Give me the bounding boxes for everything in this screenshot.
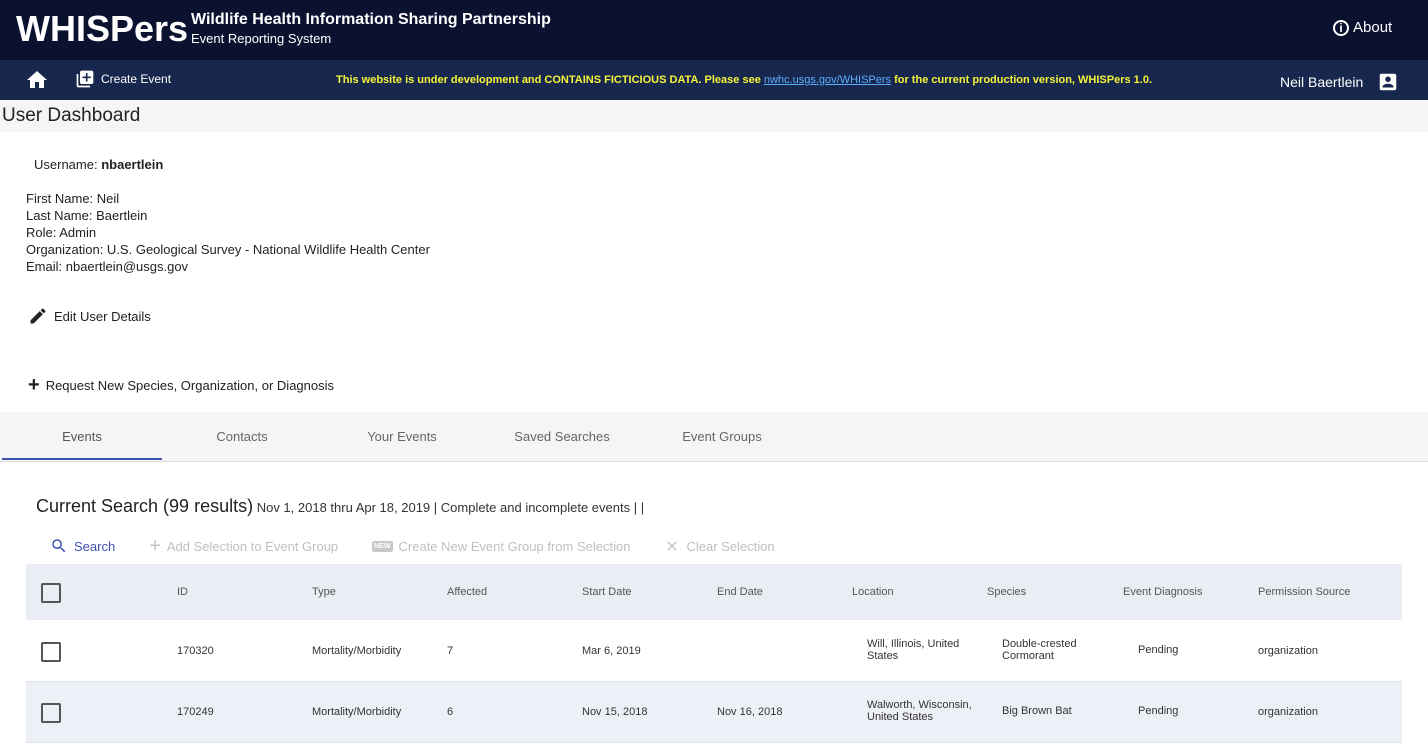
add-to-event-group-button[interactable]: + Add Selection to Event Group bbox=[149, 535, 339, 557]
clear-selection-button[interactable]: Clear Selection bbox=[664, 538, 775, 554]
cell-species-line-1: Big Brown Bat bbox=[1002, 705, 1072, 717]
cell-start-date: Nov 15, 2018 bbox=[582, 706, 648, 718]
table-row[interactable]: 170320 Mortality/Morbidity 7 Mar 6, 2019… bbox=[26, 621, 1402, 682]
user-name: Neil Baertlein bbox=[1280, 74, 1364, 90]
cell-species-line-1: Double-crested bbox=[1002, 638, 1077, 650]
tab-contacts[interactable]: Contacts bbox=[162, 412, 322, 460]
new-icon: NEW bbox=[372, 540, 393, 552]
edit-user-details-button[interactable]: Edit User Details bbox=[28, 306, 151, 326]
account-box-icon bbox=[1380, 73, 1397, 91]
whispers-logo[interactable]: WHISPers bbox=[16, 8, 188, 50]
search-title: Current Search (99 results) bbox=[36, 496, 254, 516]
table-row[interactable]: 170249 Mortality/Morbidity 6 Nov 15, 201… bbox=[26, 682, 1402, 743]
column-header-permission-source[interactable]: Permission Source bbox=[1258, 586, 1350, 598]
username-value: nbaertlein bbox=[101, 157, 164, 172]
create-event-label: Create Event bbox=[101, 72, 172, 86]
tab-bar: Events Contacts Your Events Saved Search… bbox=[0, 412, 1428, 462]
cell-id: 170249 bbox=[177, 706, 214, 718]
nav-bar: Create Event This website is under devel… bbox=[0, 60, 1428, 100]
production-link[interactable]: nwhc.usgs.gov/WHISPers bbox=[764, 74, 891, 86]
user-details: First Name: Neil Last Name: Baertlein Ro… bbox=[26, 190, 430, 275]
cell-permission-source: organization bbox=[1258, 706, 1318, 718]
select-all-checkbox[interactable] bbox=[41, 583, 61, 603]
column-header-end-date[interactable]: End Date bbox=[717, 586, 763, 598]
notice-text-end: for the current production version, WHIS… bbox=[891, 74, 1153, 86]
tab-event-groups[interactable]: Event Groups bbox=[642, 412, 802, 460]
last-name: Last Name: Baertlein bbox=[26, 208, 148, 223]
column-header-location[interactable]: Location bbox=[852, 586, 894, 598]
site-title: Wildlife Health Information Sharing Part… bbox=[191, 11, 551, 28]
cell-end-date: Nov 16, 2018 bbox=[717, 706, 783, 718]
column-header-type[interactable]: Type bbox=[312, 586, 336, 598]
page-title: User Dashboard bbox=[2, 105, 141, 126]
info-icon: i bbox=[1333, 19, 1349, 36]
create-event-group-label: Create New Event Group from Selection bbox=[398, 538, 631, 554]
cell-type: Mortality/Morbidity bbox=[312, 706, 402, 718]
search-meta: Nov 1, 2018 thru Apr 18, 2019 | Complete… bbox=[253, 500, 645, 515]
create-event-group-button[interactable]: NEW Create New Event Group from Selectio… bbox=[372, 539, 630, 554]
current-search-heading: Current Search (99 results) Nov 1, 2018 … bbox=[36, 496, 644, 517]
username-label: Username: bbox=[34, 157, 102, 172]
column-header-start-date[interactable]: Start Date bbox=[582, 586, 632, 598]
search-icon bbox=[52, 539, 66, 553]
first-name: First Name: Neil bbox=[26, 191, 120, 206]
table-toolbar: Search + Add Selection to Event Group NE… bbox=[50, 536, 809, 556]
add-box-icon bbox=[76, 70, 94, 88]
site-subtitle: Event Reporting System bbox=[191, 31, 332, 46]
column-header-species[interactable]: Species bbox=[987, 586, 1026, 598]
column-header-id[interactable]: ID bbox=[177, 586, 188, 598]
table-header: ID Type Affected Start Date End Date Loc… bbox=[26, 564, 1402, 620]
column-header-affected[interactable]: Affected bbox=[447, 586, 487, 598]
search-label: Search bbox=[74, 538, 116, 554]
cell-affected: 6 bbox=[447, 706, 454, 718]
cell-location-line-1: Will, Illinois, United bbox=[867, 638, 960, 650]
home-icon bbox=[27, 71, 47, 88]
cell-permission-source: organization bbox=[1258, 645, 1318, 657]
column-header-event-diagnosis[interactable]: Event Diagnosis bbox=[1123, 586, 1203, 598]
plus-icon: + bbox=[149, 535, 161, 557]
clear-selection-label: Clear Selection bbox=[686, 538, 775, 554]
about-label: About bbox=[1353, 19, 1393, 36]
cell-species-line-2: Cormorant bbox=[1002, 650, 1054, 662]
username-line: Username: nbaertlein bbox=[34, 157, 163, 172]
top-header: WHISPers Wildlife Health Information Sha… bbox=[0, 0, 1428, 60]
close-icon bbox=[667, 541, 678, 551]
cell-event-diagnosis: Pending bbox=[1138, 705, 1179, 717]
row-checkbox[interactable] bbox=[41, 703, 61, 723]
about-button[interactable]: i About bbox=[1333, 19, 1392, 36]
tab-events[interactable]: Events bbox=[2, 412, 162, 460]
organization: Organization: U.S. Geological Survey - N… bbox=[26, 242, 430, 257]
pencil-icon bbox=[30, 308, 46, 324]
role: Role: Admin bbox=[26, 225, 97, 240]
cell-id: 170320 bbox=[177, 645, 214, 657]
cell-start-date: Mar 6, 2019 bbox=[582, 645, 641, 657]
tab-your-events[interactable]: Your Events bbox=[322, 412, 482, 460]
cell-location-line-2: States bbox=[867, 650, 899, 662]
search-button[interactable]: Search bbox=[50, 537, 115, 555]
add-to-event-group-label: Add Selection to Event Group bbox=[166, 538, 339, 554]
home-button[interactable] bbox=[24, 68, 50, 92]
user-menu[interactable]: Neil Baertlein bbox=[1280, 71, 1399, 93]
cell-location-line-2: United States bbox=[867, 711, 934, 723]
cell-event-diagnosis: Pending bbox=[1138, 644, 1179, 656]
cell-affected: 7 bbox=[447, 645, 454, 657]
development-notice: This website is under development and CO… bbox=[336, 74, 1152, 86]
plus-icon: + bbox=[28, 374, 40, 396]
page-title-bar: User Dashboard bbox=[0, 100, 1428, 132]
row-checkbox[interactable] bbox=[41, 642, 61, 662]
request-new-item-button[interactable]: + Request New Species, Organization, or … bbox=[28, 374, 334, 396]
notice-text-start: This website is under development and CO… bbox=[336, 74, 764, 86]
tab-saved-searches[interactable]: Saved Searches bbox=[482, 412, 642, 460]
create-event-button[interactable]: Create Event bbox=[75, 69, 171, 89]
cell-type: Mortality/Morbidity bbox=[312, 645, 402, 657]
edit-user-details-label: Edit User Details bbox=[54, 308, 151, 324]
email: Email: nbaertlein@usgs.gov bbox=[26, 259, 189, 274]
cell-location-line-1: Walworth, Wisconsin, bbox=[867, 699, 972, 711]
request-new-item-label: Request New Species, Organization, or Di… bbox=[45, 377, 334, 393]
